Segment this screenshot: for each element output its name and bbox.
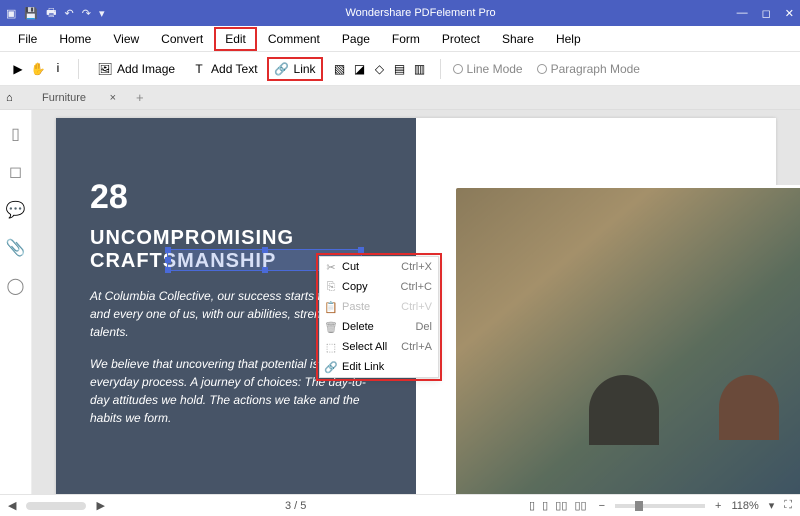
menubar: File Home View Convert Edit Comment Page… bbox=[0, 26, 800, 52]
tab-close-icon[interactable]: × bbox=[110, 92, 116, 104]
menu-form[interactable]: Form bbox=[382, 28, 430, 50]
prev-page-icon[interactable]: ◀ bbox=[8, 499, 16, 512]
titlebar: ▣ 💾 🖶 ↶ ↷ ▾ Wondershare PDFelement Pro —… bbox=[0, 0, 800, 26]
menu-share[interactable]: Share bbox=[492, 28, 544, 50]
qat-more-icon[interactable]: ▾ bbox=[99, 7, 105, 20]
add-image-label: Add Image bbox=[117, 62, 175, 76]
context-menu: ✂CutCtrl+X ⎘CopyCtrl+C 📋PasteCtrl+V 🗑Del… bbox=[319, 256, 439, 378]
link-icon: 🔗 bbox=[274, 61, 290, 77]
window-title: Wondershare PDFelement Pro bbox=[104, 7, 736, 19]
text-icon: T bbox=[191, 61, 207, 77]
zoom-dropdown-icon[interactable]: ▾ bbox=[769, 499, 775, 512]
tab-label: Furniture bbox=[42, 92, 86, 104]
select-all-icon: ⬚ bbox=[320, 341, 342, 354]
ctx-edit-link[interactable]: 🔗Edit Link bbox=[320, 357, 438, 377]
watermark-icon[interactable]: ◪ bbox=[352, 61, 368, 77]
ctx-select-all[interactable]: ⬚Select AllCtrl+A bbox=[320, 337, 438, 357]
edit-link-icon: 🔗 bbox=[320, 361, 342, 374]
photo-craftsmen bbox=[456, 188, 800, 494]
menu-home[interactable]: Home bbox=[49, 28, 101, 50]
menu-comment[interactable]: Comment bbox=[258, 28, 330, 50]
separator bbox=[440, 59, 441, 79]
left-sidebar: ▯ ◻ 💬 📎 ◯ bbox=[0, 110, 32, 494]
undo-icon[interactable]: ↶ bbox=[65, 7, 74, 20]
link-label: Link bbox=[294, 62, 316, 76]
ctx-cut[interactable]: ✂CutCtrl+X bbox=[320, 257, 438, 277]
two-page-icon[interactable]: ▯▯ bbox=[555, 500, 567, 512]
resize-handle[interactable] bbox=[165, 267, 171, 273]
line-mode-radio[interactable]: Line Mode bbox=[453, 62, 523, 76]
next-page-icon[interactable]: ▶ bbox=[96, 499, 104, 512]
menu-protect[interactable]: Protect bbox=[432, 28, 490, 50]
page-indicator: 3 / 5 bbox=[285, 500, 306, 512]
search-icon[interactable]: ◯ bbox=[7, 276, 25, 296]
thumbnails-icon[interactable]: ▯ bbox=[11, 124, 20, 144]
header-footer-icon[interactable]: ▤ bbox=[392, 61, 408, 77]
maximize-icon[interactable]: ◻ bbox=[762, 7, 771, 20]
bates-icon[interactable]: ▥ bbox=[412, 61, 428, 77]
zoom-slider[interactable] bbox=[615, 504, 705, 508]
delete-icon: 🗑 bbox=[320, 321, 342, 334]
separator bbox=[78, 59, 79, 79]
document-tab[interactable]: Furniture × bbox=[32, 88, 126, 108]
continuous-icon[interactable]: ▯ bbox=[542, 500, 548, 512]
resize-handle[interactable] bbox=[262, 267, 268, 273]
menu-view[interactable]: View bbox=[103, 28, 149, 50]
menu-help[interactable]: Help bbox=[546, 28, 591, 50]
two-continuous-icon[interactable]: ▯▯ bbox=[574, 500, 586, 512]
zoom-in-icon[interactable]: + bbox=[715, 500, 721, 512]
minimize-icon[interactable]: — bbox=[737, 7, 748, 19]
link-button[interactable]: 🔗 Link bbox=[268, 58, 322, 80]
crop-icon[interactable]: ▧ bbox=[332, 61, 348, 77]
attachments-icon[interactable]: 📎 bbox=[6, 238, 26, 258]
zoom-value: 118% bbox=[731, 500, 758, 512]
status-bar: ◀ ▶ 3 / 5 ▯ ▯ ▯▯ ▯▯ − + 118% ▾ ⛶ bbox=[0, 494, 800, 516]
print-icon[interactable]: 🖶 bbox=[46, 4, 56, 23]
redo-icon[interactable]: ↷ bbox=[82, 7, 91, 20]
zoom-thumb[interactable] bbox=[635, 501, 643, 511]
background-icon[interactable]: ◇ bbox=[372, 61, 388, 77]
zoom-out-icon[interactable]: − bbox=[599, 500, 605, 512]
resize-handle[interactable] bbox=[262, 247, 268, 253]
select-cursor-icon[interactable]: ▶ bbox=[10, 61, 26, 77]
edit-toolbar: ▶ ✋ Ꭵ 🖼 Add Image T Add Text 🔗 Link ▧ ◪ … bbox=[0, 52, 800, 86]
ctx-delete[interactable]: 🗑DeleteDel bbox=[320, 317, 438, 337]
paragraph-mode-radio[interactable]: Paragraph Mode bbox=[537, 62, 640, 76]
paste-icon: 📋 bbox=[320, 301, 342, 314]
select-text-icon[interactable]: Ꭵ bbox=[50, 61, 66, 77]
home-icon[interactable]: ⌂ bbox=[6, 92, 24, 104]
ctx-copy[interactable]: ⎘CopyCtrl+C bbox=[320, 277, 438, 297]
menu-file[interactable]: File bbox=[8, 28, 47, 50]
resize-handle[interactable] bbox=[165, 257, 171, 263]
ctx-paste: 📋PasteCtrl+V bbox=[320, 297, 438, 317]
bookmarks-icon[interactable]: ◻ bbox=[9, 162, 22, 182]
app-icon: ▣ bbox=[6, 7, 16, 20]
tab-strip: ⌂ Furniture × + bbox=[0, 86, 800, 110]
cut-icon: ✂ bbox=[320, 261, 342, 274]
page-number-graphic: 28 bbox=[90, 178, 382, 217]
save-icon[interactable]: 💾 bbox=[24, 7, 38, 20]
heading-line-1: UNCOMPROMISING bbox=[90, 227, 382, 250]
fullscreen-icon[interactable]: ⛶ bbox=[784, 499, 792, 512]
add-text-button[interactable]: T Add Text bbox=[185, 58, 263, 80]
menu-page[interactable]: Page bbox=[332, 28, 380, 50]
add-image-button[interactable]: 🖼 Add Image bbox=[91, 58, 181, 80]
menu-edit[interactable]: Edit bbox=[215, 28, 256, 50]
close-icon[interactable]: ✕ bbox=[785, 7, 794, 20]
image-icon: 🖼 bbox=[97, 61, 113, 77]
page-scroll-track[interactable] bbox=[26, 502, 86, 510]
single-page-icon[interactable]: ▯ bbox=[529, 500, 535, 512]
comments-icon[interactable]: 💬 bbox=[6, 200, 26, 220]
add-text-label: Add Text bbox=[211, 62, 257, 76]
resize-handle[interactable] bbox=[165, 247, 171, 253]
hand-icon[interactable]: ✋ bbox=[30, 61, 46, 77]
add-tab-icon[interactable]: + bbox=[136, 90, 144, 105]
resize-handle[interactable] bbox=[358, 247, 364, 253]
copy-icon: ⎘ bbox=[320, 281, 342, 294]
menu-convert[interactable]: Convert bbox=[151, 28, 213, 50]
